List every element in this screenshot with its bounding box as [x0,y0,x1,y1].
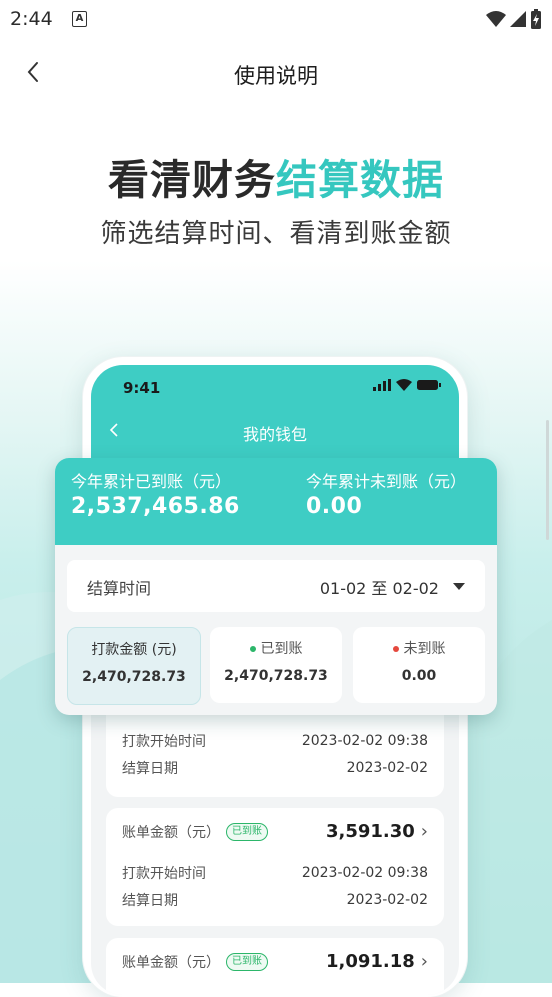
phone-status-time: 9:41 [123,379,161,397]
nav-bar: 使用说明 [0,48,552,98]
tile-value: 2,470,728.73 [224,668,328,684]
record-amount-value: 3,591.30 [325,821,415,842]
wifi-icon [486,11,506,27]
battery-charging-icon [531,9,541,29]
record-card[interactable]: 账单金额（元） 已到账 1,091.18 › [106,938,444,995]
headline-part1: 看清财务 [108,156,276,204]
received-total-value: 2,537,465.86 [71,494,240,519]
tab-paid-amount[interactable]: 打款金额 (元) 2,470,728.73 [67,627,201,705]
phone-system-icons [373,379,441,391]
record-date-value: 2023-02-02 [346,760,428,776]
notification-icon: A [72,11,87,27]
filter-label: 结算时间 [87,579,152,598]
chevron-right-icon: › [420,951,428,972]
settlement-time-filter[interactable]: 结算时间 01-02 至 02-02 [67,560,485,612]
tile-value: 2,470,728.73 [82,669,186,685]
record-amount-row: 账单金额（元） 已到账 3,591.30 › [122,821,428,842]
filter-date-range: 01-02 至 02-02 [319,579,439,598]
tile-label: 打款金额 (元) [91,642,177,658]
page-title: 使用说明 [234,64,318,88]
pending-total-value: 0.00 [306,494,363,519]
scrollbar[interactable] [546,420,549,540]
record-start-row: 打款开始时间 2023-02-02 09:38 [122,863,428,883]
record-date-label: 结算日期 [122,761,178,777]
status-badge: 已到账 [226,952,268,971]
record-start-value: 2023-02-02 09:38 [301,865,428,881]
record-date-label: 结算日期 [122,893,178,909]
record-card[interactable]: 账单金额（元） 已到账 3,591.30 › 打款开始时间 2023-02-02 0… [106,808,444,926]
tile-label: 未到账 [403,641,446,657]
record-date-row: 结算日期 2023-02-02 [122,890,428,910]
phone-wifi-icon [396,379,412,391]
record-amount-label: 账单金额（元） [122,954,220,971]
record-date-row: 结算日期 2023-02-02 [122,758,428,778]
record-start-row: 打款开始时间 2023-02-02 09:38 [122,731,428,751]
wallet-summary-card: 今年累计已到账（元） 2,537,465.86 今年累计未到账（元） 0.00 … [55,458,497,715]
record-date-value: 2023-02-02 [346,892,428,908]
tile-value: 0.00 [401,668,437,684]
caret-down-icon [453,583,465,590]
record-amount-row: 账单金额（元） 已到账 1,091.18 › [122,951,428,972]
tab-pending[interactable]: 未到账 0.00 [353,627,485,703]
record-amount-label: 账单金额（元） [122,824,220,841]
received-total-label: 今年累计已到账（元） [71,472,232,491]
status-badge: 已到账 [226,822,268,841]
record-start-value: 2023-02-02 09:38 [301,733,428,749]
system-icons [486,8,542,30]
headline: 看清财务结算数据 [0,146,552,206]
headline-subtitle: 筛选结算时间、看清到账金额 [100,219,452,249]
status-bar: 2:44 A [0,0,552,40]
headline-part2: 结算数据 [276,156,444,204]
phone-title: 我的钱包 [242,425,307,444]
pending-total-label: 今年累计未到账（元） [306,472,467,491]
tile-label: 已到账 [260,641,303,657]
summary-header: 今年累计已到账（元） 2,537,465.86 今年累计未到账（元） 0.00 [55,458,497,545]
chevron-right-icon: › [420,821,428,842]
signal-icon [510,11,526,27]
red-dot-icon [392,646,399,652]
tab-received[interactable]: 已到账 2,470,728.73 [210,627,342,703]
record-start-label: 打款开始时间 [122,734,206,750]
phone-signal-icon [373,379,391,391]
status-time: 2:44 [10,8,53,30]
record-amount-value: 1,091.18 [325,951,415,972]
green-dot-icon [249,646,256,652]
record-start-label: 打款开始时间 [122,866,206,882]
phone-battery-icon [417,380,441,390]
